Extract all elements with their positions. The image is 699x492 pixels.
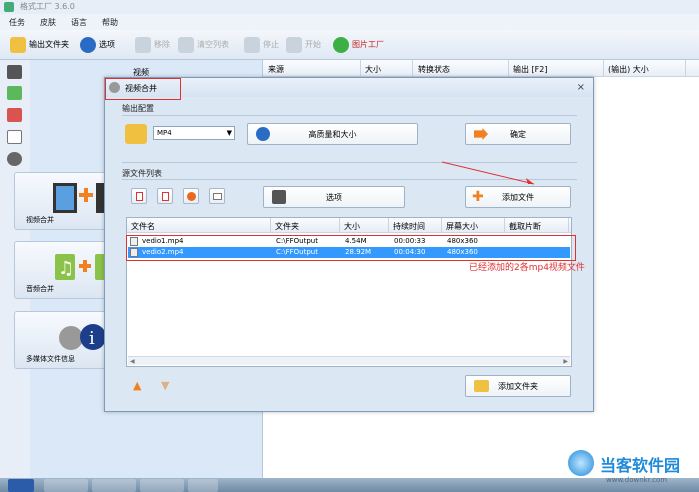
watermark-url: www.downkr.com <box>606 476 668 484</box>
title-highlight-box <box>105 78 181 100</box>
play-icon[interactable] <box>183 188 199 204</box>
col-filename[interactable]: 文件名 <box>131 221 155 232</box>
remove-button[interactable]: 移除 <box>135 36 170 54</box>
start-orb[interactable] <box>8 479 34 492</box>
task-list-header: 来源 大小 转换状态 输出 [F2] (输出) 大小 <box>263 60 699 77</box>
media-info-icon[interactable] <box>209 188 225 204</box>
chevron-down-icon: ▼ <box>226 129 232 137</box>
tools-panel: 视频合并 ♫ 音频合并 i 多媒体文件信息 <box>14 172 109 370</box>
source-list-label: 源文件列表 <box>122 169 162 178</box>
settings-icon <box>256 127 270 141</box>
watermark-logo-icon <box>566 448 596 478</box>
menu-language[interactable]: 语言 <box>62 14 93 28</box>
col-size[interactable]: 大小 <box>365 64 381 75</box>
options-icon <box>272 190 286 204</box>
clear-list-button[interactable]: 清空列表 <box>178 36 229 54</box>
col-screen-size[interactable]: 屏幕大小 <box>446 221 478 232</box>
col-output[interactable]: 输出 [F2] <box>513 64 547 75</box>
window-title: 格式工厂 3.6.0 <box>20 2 75 11</box>
picture-category-icon[interactable] <box>7 108 22 122</box>
col-status[interactable]: 转换状态 <box>418 64 450 75</box>
col-source[interactable]: 来源 <box>268 64 284 75</box>
video-category-icon[interactable] <box>7 65 22 79</box>
close-icon[interactable]: × <box>577 82 585 93</box>
folder-plus-icon <box>474 380 489 392</box>
picture-factory-icon <box>333 36 349 53</box>
output-config-label: 输出配置 <box>122 104 154 113</box>
file-table-header: 文件名 文件夹 大小 持续时间 屏幕大小 截取片断 <box>127 218 571 233</box>
clear-files-icon[interactable] <box>157 188 173 204</box>
divider <box>122 115 577 116</box>
svg-text:i: i <box>89 328 95 349</box>
options-button[interactable]: 选项 <box>80 36 115 54</box>
move-down-icon[interactable]: ▼ <box>161 379 169 392</box>
media-info-tile[interactable]: i 多媒体文件信息 <box>14 311 109 369</box>
scroll-left-icon[interactable]: ◀ <box>130 358 135 365</box>
film-plus-icon <box>53 183 108 213</box>
taskbar-app-4[interactable] <box>188 479 218 492</box>
start-button[interactable]: 开始 <box>286 36 321 54</box>
plus-icon: ✚ <box>472 189 484 205</box>
remove-file-icon[interactable] <box>131 188 147 204</box>
svg-text:♫: ♫ <box>58 258 74 279</box>
rom-category-icon[interactable] <box>7 130 22 144</box>
video-merge-dialog: 视频合并 × 输出配置 MP4 ▼ 高质量和大小 确定 源文件列表 选项 ✚ 添… <box>104 77 594 412</box>
start-icon <box>286 36 302 53</box>
output-folder-button[interactable]: 输出文件夹 <box>10 36 69 54</box>
source-options-button[interactable]: 选项 <box>263 186 405 208</box>
col-folder[interactable]: 文件夹 <box>275 221 299 232</box>
remove-icon <box>135 36 151 53</box>
stop-button[interactable]: 停止 <box>244 36 279 54</box>
format-icon <box>125 124 147 144</box>
ok-button[interactable]: 确定 <box>465 123 571 145</box>
watermark: 当客软件园 www.downkr.com <box>566 444 699 492</box>
add-file-button[interactable]: ✚ 添加文件 <box>465 186 571 208</box>
folder-icon <box>10 36 26 53</box>
info-icon: i <box>59 324 106 350</box>
picture-factory-button[interactable]: 图片工厂 <box>333 36 384 54</box>
title-bar: 格式工厂 3.6.0 <box>0 0 699 14</box>
add-folder-button[interactable]: 添加文件夹 <box>465 375 571 397</box>
scroll-right-icon[interactable]: ▶ <box>563 358 568 365</box>
format-select[interactable]: MP4 ▼ <box>153 126 235 140</box>
tools-category-icon[interactable] <box>7 152 22 166</box>
annotation-text: 已经添加的2各mp4视频文件 <box>469 263 585 273</box>
taskbar-app-2[interactable] <box>92 479 136 492</box>
horizontal-scrollbar[interactable]: ◀ ▶ <box>128 356 570 365</box>
move-up-icon[interactable]: ▲ <box>133 379 141 392</box>
menu-help[interactable]: 帮助 <box>93 14 124 28</box>
menu-task[interactable]: 任务 <box>0 14 31 28</box>
col-clip[interactable]: 截取片断 <box>509 221 541 232</box>
clear-icon <box>178 36 194 53</box>
settings-icon <box>80 36 96 53</box>
files-highlight-box <box>126 235 576 261</box>
col-duration[interactable]: 持续时间 <box>393 221 425 232</box>
quality-button[interactable]: 高质量和大小 <box>247 123 418 145</box>
audio-category-icon[interactable] <box>7 86 22 100</box>
menu-bar: 任务 皮肤 语言 帮助 <box>0 14 699 30</box>
arrow-right-icon <box>474 128 488 140</box>
toolbar: 输出文件夹 选项 移除 清空列表 停止 开始 图片工厂 <box>0 30 699 60</box>
taskbar-app-1[interactable] <box>44 479 88 492</box>
watermark-name: 当客软件园 <box>600 456 681 475</box>
taskbar-app-3[interactable] <box>140 479 184 492</box>
col-output-size[interactable]: (输出) 大小 <box>608 64 649 75</box>
music-plus-icon: ♫ <box>55 254 108 280</box>
audio-merge-tile[interactable]: ♫ 音频合并 <box>14 241 109 299</box>
app-icon <box>4 2 14 12</box>
stop-icon <box>244 36 260 53</box>
video-merge-tile[interactable]: 视频合并 <box>14 172 109 230</box>
col-size[interactable]: 大小 <box>344 221 360 232</box>
annotation-arrow <box>441 161 535 185</box>
menu-skin[interactable]: 皮肤 <box>31 14 62 28</box>
